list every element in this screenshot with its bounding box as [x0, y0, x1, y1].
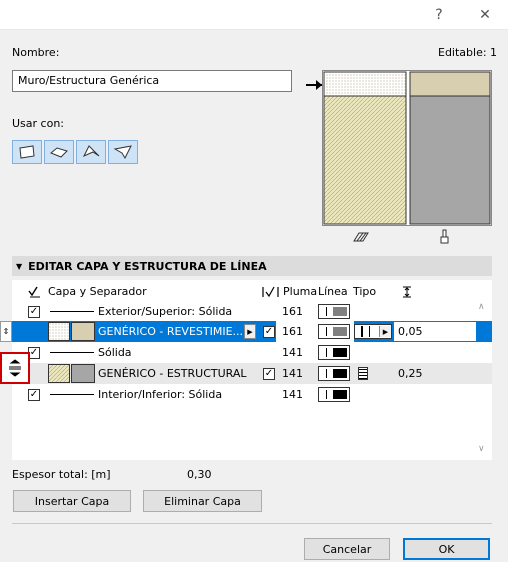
table-row[interactable]: ✓ Sólida 141 [12, 342, 474, 363]
total-thickness-label: Espesor total: [m] [12, 468, 111, 481]
help-icon[interactable]: ? [428, 0, 450, 30]
use-with-toolbar [12, 140, 138, 164]
wall-straight-icon [19, 145, 35, 159]
column-layer: Capa y Separador [48, 285, 147, 298]
cancel-button[interactable]: Cancelar [304, 538, 390, 560]
fill-swatch-structure[interactable] [71, 364, 95, 383]
line-sample[interactable] [318, 324, 350, 339]
editable-label: Editable: 1 [438, 46, 498, 59]
move-row-icon [9, 359, 21, 377]
fill-popup-button[interactable]: ▶ [244, 324, 256, 339]
thickness-field[interactable]: 0,05 [393, 321, 477, 342]
name-field[interactable]: Muro/Estructura Genérica [12, 70, 292, 92]
line-sample[interactable] [318, 366, 350, 381]
wall-trapezoid-icon [82, 145, 100, 158]
row-move-handle[interactable] [0, 352, 30, 384]
layer-section-title: EDITAR CAPA Y ESTRUCTURA DE LÍNEA [28, 259, 267, 273]
thickness-value[interactable]: 0,25 [398, 363, 423, 384]
insert-layer-button[interactable]: Insertar Capa [13, 490, 131, 512]
line-sample[interactable] [318, 345, 350, 360]
layer-section-header[interactable]: ▼ EDITAR CAPA Y ESTRUCTURA DE LÍNEA [12, 256, 492, 276]
row-pen[interactable]: 161 [276, 321, 318, 342]
visibility-checkbox[interactable]: ✓ [263, 367, 275, 380]
wall-trapezoid-button[interactable] [76, 140, 106, 164]
row-checkbox[interactable]: ✓ [28, 305, 40, 318]
footer-divider [12, 523, 492, 524]
line-sample[interactable] [318, 304, 350, 319]
separator-line [50, 394, 94, 395]
table-row[interactable]: ✓ Exterior/Superior: Sólida 161 [12, 301, 474, 322]
checkall-icon[interactable] [28, 281, 46, 302]
scroll-down-icon[interactable]: ∨ [478, 444, 485, 454]
visibility-checkbox[interactable]: ✓ [263, 325, 275, 338]
preview-graphic [323, 71, 491, 225]
table-row-selected[interactable]: GENÉRICO - REVESTIMIE... ▶ ✓ 161 ▶ 0,05 [12, 321, 477, 342]
close-icon[interactable]: ✕ [474, 0, 496, 30]
wall-polygon-button[interactable] [108, 140, 138, 164]
drag-handle-icon[interactable]: ⇕ [0, 321, 12, 342]
wall-curved-icon [50, 147, 68, 158]
thickness-icon [402, 281, 418, 302]
scroll-up-icon[interactable]: ∧ [478, 302, 485, 312]
surface-icon [352, 230, 370, 247]
fill-swatch-finish[interactable] [71, 322, 95, 341]
table-row[interactable]: GENÉRICO - ESTRUCTURAL ✓ 141 0,25 [12, 363, 474, 384]
use-with-label: Usar con: [12, 117, 64, 130]
fill-swatch-dots[interactable] [48, 322, 70, 341]
row-label: Exterior/Superior: Sólida [98, 305, 233, 318]
row-label: GENÉRICO - ESTRUCTURAL [98, 367, 247, 380]
structure-preview [322, 70, 492, 226]
wall-curved-button[interactable] [44, 140, 74, 164]
delete-layer-button[interactable]: Eliminar Capa [143, 490, 262, 512]
column-visibility-icon [262, 281, 282, 302]
line-type-sample[interactable]: ▶ [354, 324, 392, 339]
column-pen: Pluma [283, 285, 318, 298]
collapse-triangle-icon: ▼ [16, 261, 23, 271]
table-header: Capa y Separador Pluma Línea Tipo [12, 281, 474, 302]
ok-button[interactable]: OK [403, 538, 490, 560]
column-line: Línea [318, 285, 348, 298]
wall-straight-button[interactable] [12, 140, 42, 164]
row-pen: 141 [282, 367, 303, 380]
row-label: Sólida [98, 346, 132, 359]
row-checkbox[interactable]: ✓ [28, 388, 40, 401]
brush-icon [438, 229, 452, 248]
row-label: Interior/Inferior: Sólida [98, 388, 223, 401]
line-type-hatch-icon[interactable] [358, 367, 368, 380]
total-thickness-value: 0,30 [187, 468, 212, 481]
name-label: Nombre: [12, 46, 60, 59]
column-type: Tipo [353, 285, 377, 298]
wall-polygon-icon [113, 145, 132, 160]
table-row[interactable]: ✓ Interior/Inferior: Sólida 141 [12, 384, 474, 405]
separator-line [50, 311, 94, 312]
line-sample[interactable] [318, 387, 350, 402]
separator-line [50, 352, 94, 353]
row-pen: 141 [282, 346, 303, 359]
row-pen: 141 [282, 388, 303, 401]
row-label: GENÉRICO - REVESTIMIE... [98, 325, 244, 338]
fill-swatch-hatch[interactable] [48, 364, 70, 383]
row-pen: 161 [282, 305, 303, 318]
